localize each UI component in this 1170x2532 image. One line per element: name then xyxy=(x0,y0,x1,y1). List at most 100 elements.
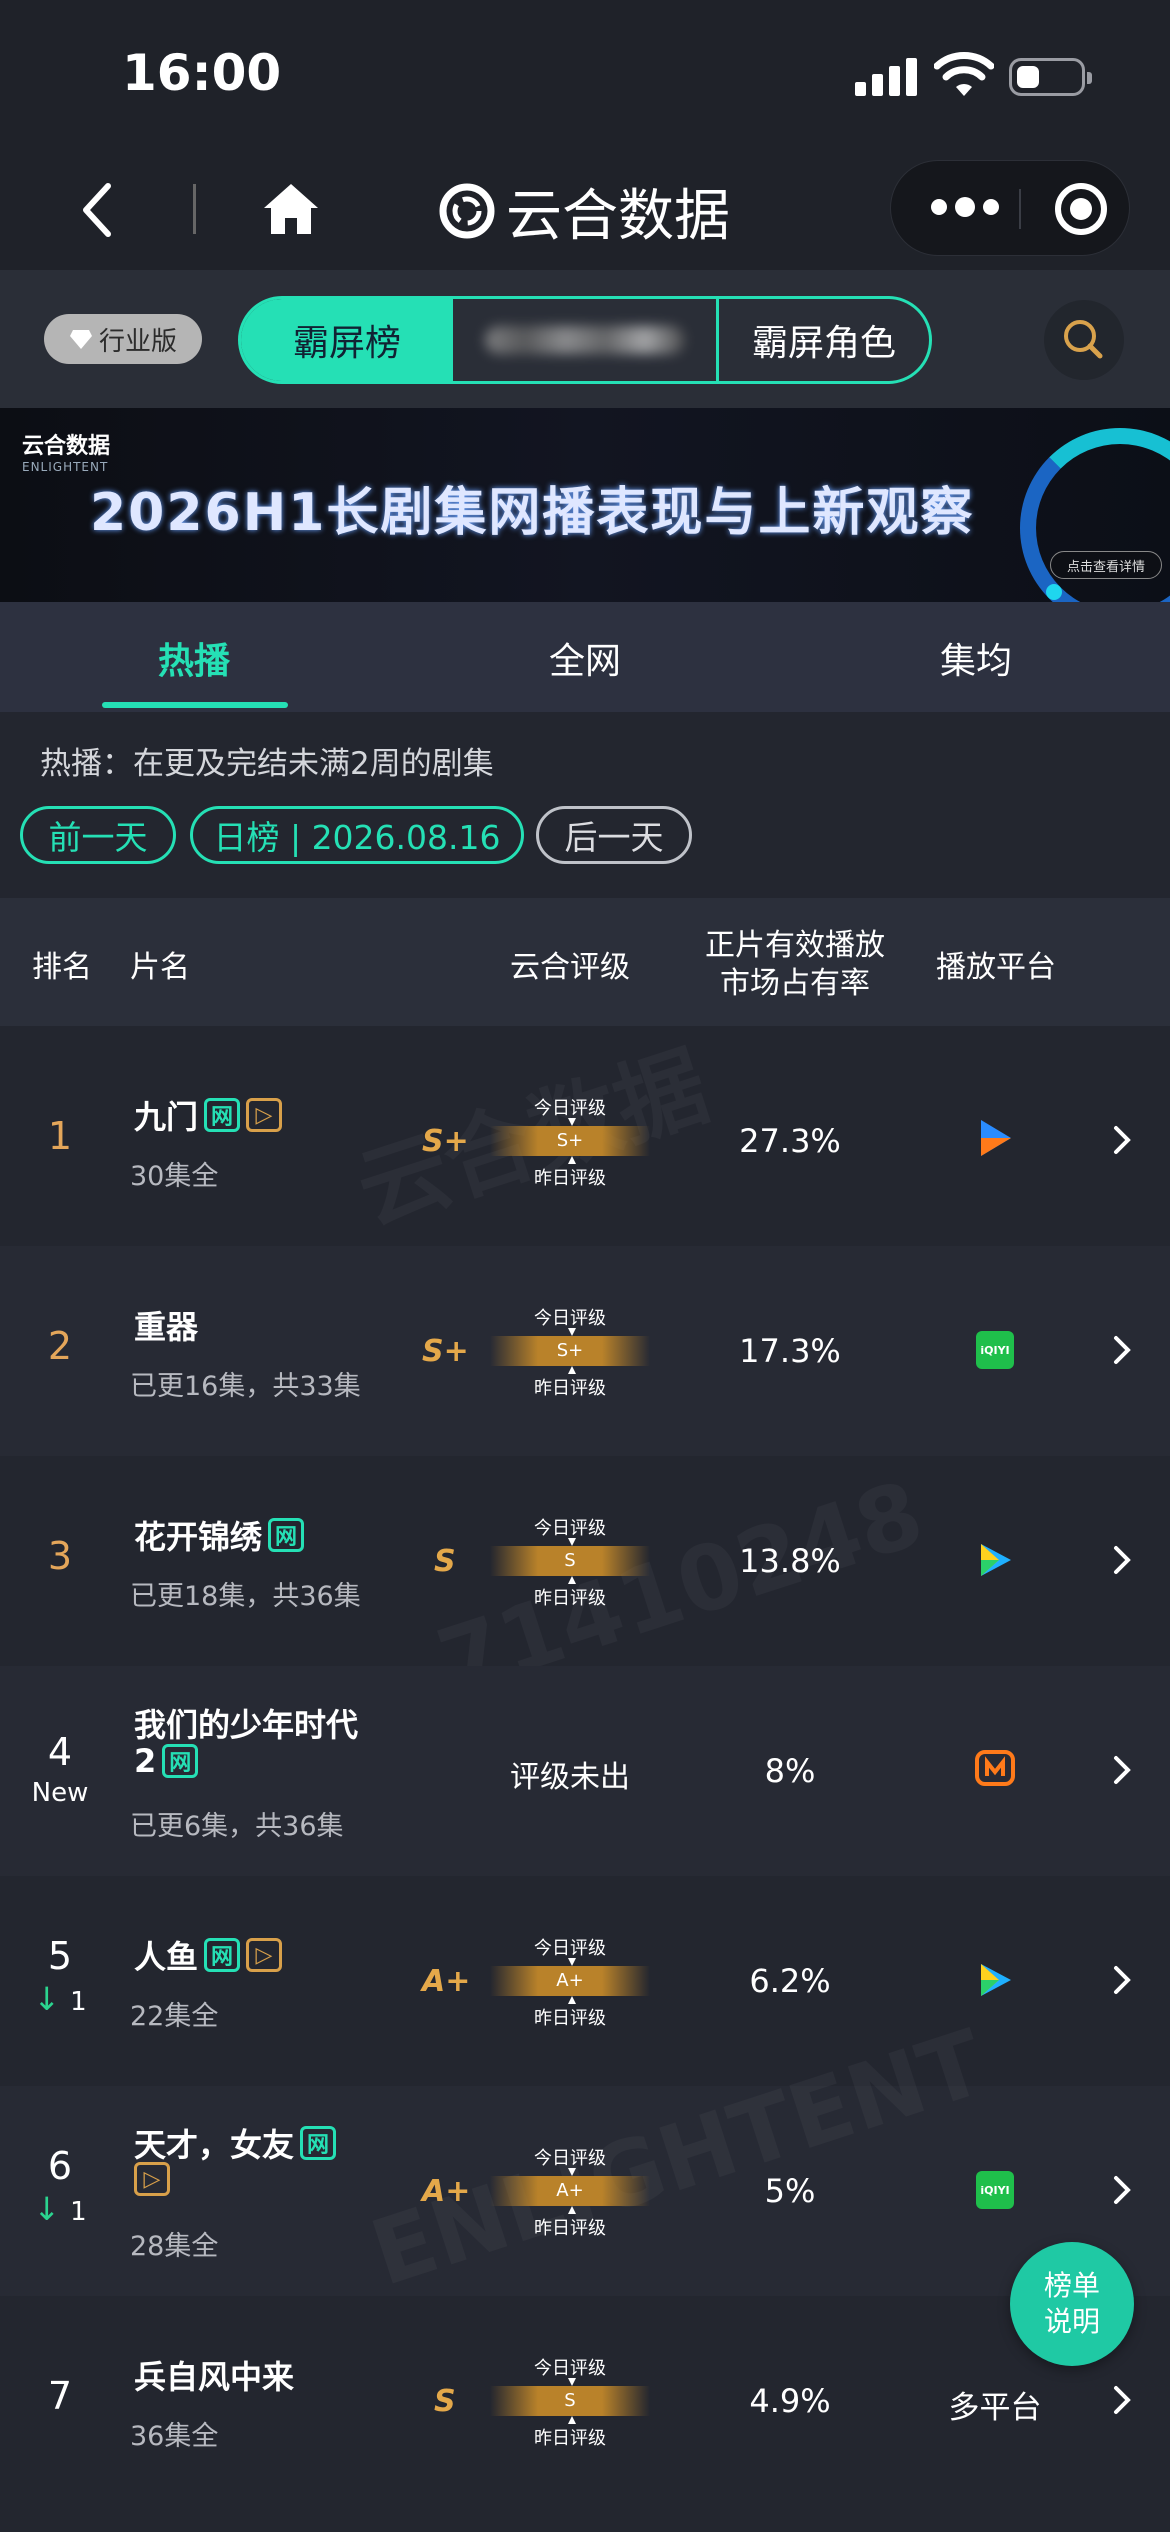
grade-value: A+ xyxy=(422,2174,471,2209)
gauge-today-label: 今日评级 xyxy=(534,1938,606,1959)
play-tag: ▷ xyxy=(246,1938,283,1972)
grade-value: S+ xyxy=(422,1334,469,1369)
gauge-today-label: 今日评级 xyxy=(534,1308,606,1329)
table-row[interactable]: 71410248 3 花开锦绣 网 已更18集，共36集 S 今日评级 S 昨日… xyxy=(0,1456,1170,1716)
banner-detail-button[interactable]: 点击查看详情 xyxy=(1050,551,1162,579)
drama-title: 重器 xyxy=(134,1302,198,1348)
market-share: 27.3% xyxy=(739,1122,841,1160)
chevron-right-icon[interactable] xyxy=(1108,2380,1136,2420)
drama-title-text: 天才，女友 xyxy=(134,2126,295,2164)
gauge-marker xyxy=(568,1366,576,1374)
network-tag: 网 xyxy=(162,1744,199,1778)
tencent-video-icon xyxy=(960,1110,1030,1166)
rank-number: 5 xyxy=(47,1934,73,1978)
segment-blurred[interactable] xyxy=(453,299,719,381)
chevron-right-icon[interactable] xyxy=(1108,1120,1136,1160)
grade-pending: 评级未出 xyxy=(510,1760,630,1795)
episode-info: 36集全 xyxy=(130,2421,219,2452)
grade-gauge: 今日评级 A+ 昨日评级 xyxy=(480,1934,660,2029)
edition-badge[interactable]: 行业版 xyxy=(44,314,202,364)
chevron-right-icon[interactable] xyxy=(1108,1750,1136,1790)
drama-title-text: 人鱼 xyxy=(134,1938,199,1976)
episode-info: 已更18集，共36集 xyxy=(130,1581,361,1612)
table-row[interactable]: 2 重器 已更16集，共33集 S+ 今日评级 S+ 昨日评级 17.3% iQ… xyxy=(0,1246,1170,1456)
table-row[interactable]: 4 New 我们的少年时代 2 网 已更6集，共36集 评级未出 8% xyxy=(0,1666,1170,1876)
episode-info: 30集全 xyxy=(130,1161,219,1192)
mini-program-capsule xyxy=(890,160,1130,256)
episode-info: 22集全 xyxy=(130,2001,219,2032)
gauge-yesterday-label: 昨日评级 xyxy=(534,1378,606,1399)
nav-title-group: 云合数据 xyxy=(438,176,730,249)
edition-label: 行业版 xyxy=(98,326,177,357)
grade-gauge: 今日评级 A+ 昨日评级 xyxy=(480,2144,660,2239)
platform-multi: 多平台 xyxy=(948,2390,1042,2426)
iqiyi-icon: iQIYI xyxy=(960,1322,1030,1378)
close-mini-program-icon[interactable] xyxy=(1055,183,1107,235)
tab-hot[interactable]: 热播 xyxy=(158,632,230,684)
segment-dominance[interactable]: 霸屏榜 xyxy=(241,299,453,381)
gauge-marker xyxy=(568,2206,576,2214)
market-share: 4.9% xyxy=(749,2382,831,2420)
prev-day-button[interactable]: 前一天 xyxy=(20,806,176,864)
chevron-right-icon[interactable] xyxy=(1108,1330,1136,1370)
battery-icon xyxy=(1009,58,1092,96)
list-description: 热播：在更及完结未满2周的剧集 xyxy=(40,746,494,782)
search-icon xyxy=(1064,320,1103,359)
drama-title: 天才，女友 网 xyxy=(134,2120,337,2166)
diamond-icon xyxy=(69,330,92,349)
gauge-yesterday-label: 昨日评级 xyxy=(534,1588,606,1609)
next-day-button[interactable]: 后一天 xyxy=(536,806,692,864)
gauge-today-label: 今日评级 xyxy=(534,1098,606,1119)
gauge-value: S+ xyxy=(556,1130,584,1151)
header-name: 片名 xyxy=(130,950,190,985)
drama-title-text: 花开锦绣 xyxy=(134,1518,263,1556)
gauge-marker xyxy=(568,1328,576,1336)
network-tag: 网 xyxy=(204,1098,241,1132)
rank-number: 2 xyxy=(47,1324,73,1368)
table-row[interactable]: 7 兵自风中来 36集全 S 今日评级 S 昨日评级 4.9% 多平台 xyxy=(0,2296,1170,2506)
date-picker[interactable]: 日榜 | 2026.08.16 xyxy=(190,806,524,864)
arrow-down-icon: ↓ xyxy=(33,1980,61,2018)
gauge-value: S xyxy=(564,1550,576,1571)
more-icon[interactable] xyxy=(931,197,1001,219)
drama-title-text: 重器 xyxy=(134,1308,199,1346)
gauge-marker xyxy=(568,2378,576,2386)
chevron-right-icon[interactable] xyxy=(1108,1540,1136,1580)
back-icon[interactable] xyxy=(70,180,130,240)
iqiyi-icon: iQIYI xyxy=(960,2162,1030,2218)
table-row[interactable]: 云合数据 1 九门 网 ▷ 30集全 S+ 今日评级 S+ 昨日评级 27.3% xyxy=(0,1034,1170,1246)
promo-banner[interactable]: 云合数据 ENLIGHTENT 2026H1长剧集网播表现与上新观察 点击查看详… xyxy=(0,408,1170,602)
nav-divider xyxy=(193,184,196,234)
fab-line1: 榜单 xyxy=(1043,2269,1100,2302)
header-grade: 云合评级 xyxy=(510,950,630,985)
market-share: 13.8% xyxy=(739,1542,841,1580)
grade-gauge: 今日评级 S 昨日评级 xyxy=(480,2354,660,2449)
segment-roles[interactable]: 霸屏角色 xyxy=(719,299,929,381)
chevron-right-icon[interactable] xyxy=(1108,2170,1136,2210)
gauge-yesterday-label: 昨日评级 xyxy=(534,2218,606,2239)
app-title: 云合数据 xyxy=(506,183,730,249)
table-row[interactable]: ENLIGHTENT 6 ↓1 天才，女友 网 ▷ 28集全 A+ 今日评级 A… xyxy=(0,2010,1170,2307)
list-explanation-button[interactable]: 榜单 说明 xyxy=(1010,2242,1134,2366)
drama-title-text: 我们的少年时代 xyxy=(134,1706,359,1744)
home-icon[interactable] xyxy=(260,178,322,240)
market-share: 5% xyxy=(764,2172,816,2210)
mango-tv-icon xyxy=(960,1740,1030,1796)
tab-all-network[interactable]: 全网 xyxy=(549,632,621,684)
status-time: 16:00 xyxy=(122,44,282,102)
episode-info: 已更16集，共33集 xyxy=(130,1371,361,1402)
table-row[interactable]: 5 ↓ 1 人鱼 网 ▷ 22集全 A+ 今日评级 A+ 昨日评级 6.2% xyxy=(0,1876,1170,2086)
tab-per-episode[interactable]: 集均 xyxy=(940,632,1012,684)
rank-change-value: 1 xyxy=(70,2197,87,2227)
search-button[interactable] xyxy=(1044,300,1124,380)
banner-dot-graphic xyxy=(1046,584,1062,600)
header-share-line2: 市场占有率 xyxy=(720,966,870,1001)
table-header: 排名 片名 云合评级 正片有效播放 市场占有率 播放平台 xyxy=(0,898,1170,1026)
grade-gauge: 今日评级 S+ 昨日评级 xyxy=(480,1094,660,1189)
network-tag: 网 xyxy=(300,2126,337,2160)
episode-info: 28集全 xyxy=(130,2231,219,2262)
drama-title: 兵自风中来 xyxy=(134,2352,294,2398)
gauge-marker xyxy=(568,1958,576,1966)
chevron-right-icon[interactable] xyxy=(1108,1960,1136,2000)
play-tag: ▷ xyxy=(134,2162,170,2196)
